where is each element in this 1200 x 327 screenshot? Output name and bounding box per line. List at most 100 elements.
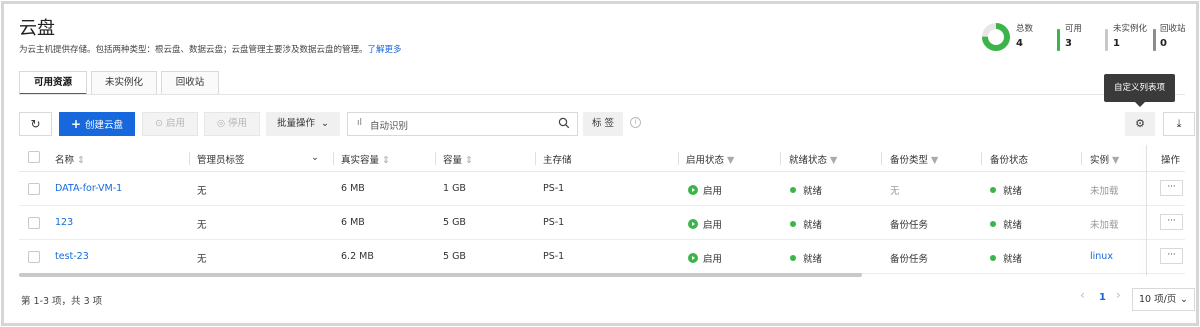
prev-page-icon[interactable]: ‹ bbox=[1080, 288, 1085, 302]
disable-button[interactable]: ◎ 停用 bbox=[204, 112, 260, 136]
play-icon bbox=[688, 253, 698, 263]
stat-total-value: 4 bbox=[1016, 38, 1023, 49]
create-disk-button[interactable]: + 创建云盘 bbox=[59, 112, 135, 136]
download-button[interactable]: ⤓ bbox=[1163, 112, 1195, 136]
table-row[interactable]: test-23 无 6.2 MB 5 GB PS-1 启用 就绪 备份任务 就绪… bbox=[19, 240, 1185, 274]
header-backup-state: 备份状态 bbox=[990, 155, 1029, 166]
learn-more-link[interactable]: 了解更多 bbox=[368, 45, 402, 55]
more-actions-button[interactable]: ··· bbox=[1160, 214, 1183, 230]
more-actions-button[interactable]: ··· bbox=[1160, 180, 1183, 196]
tab-available[interactable]: 可用资源 bbox=[19, 71, 87, 95]
column-separator bbox=[189, 152, 190, 165]
header-backup-type[interactable]: 备份类型 ▼ bbox=[890, 152, 938, 166]
tags-button[interactable]: 标 签 bbox=[583, 112, 623, 136]
ready-state-cell: 就绪 bbox=[790, 183, 822, 197]
ready-state-cell: 就绪 bbox=[790, 251, 822, 265]
admin-tag-cell: 无 bbox=[197, 186, 207, 197]
status-dot bbox=[790, 187, 796, 193]
row-checkbox[interactable] bbox=[28, 183, 40, 195]
storage-cell: PS-1 bbox=[543, 251, 565, 262]
real-size-cell: 6.2 MB bbox=[341, 251, 374, 262]
stat-not-instantiated: 未实例化 1 bbox=[1113, 22, 1147, 56]
page-title: 云盘 bbox=[19, 18, 55, 39]
row-checkbox[interactable] bbox=[28, 217, 40, 229]
search-icon[interactable] bbox=[558, 117, 570, 129]
page-size-select[interactable]: 10 项/页 ⌄ bbox=[1132, 288, 1195, 311]
column-separator bbox=[981, 152, 982, 165]
enable-button[interactable]: ⊙ 启用 bbox=[142, 112, 198, 136]
sort-icon: ⇕ bbox=[382, 155, 391, 166]
pagination-summary: 第 1-3 项，共 3 项 bbox=[21, 296, 103, 307]
tab-recycle[interactable]: 回收站 bbox=[161, 71, 219, 95]
backup-state-cell: 就绪 bbox=[990, 217, 1022, 231]
disable-label: 停用 bbox=[228, 118, 248, 129]
sort-icon: ⇕ bbox=[465, 155, 474, 166]
backup-type-cell: 备份任务 bbox=[890, 220, 929, 231]
stat-total-label: 总数 bbox=[1016, 24, 1034, 34]
filter-icon: ▼ bbox=[830, 155, 838, 166]
table-row[interactable]: 123 无 6 MB 5 GB PS-1 启用 就绪 备份任务 就绪 未加载 ·… bbox=[19, 206, 1185, 240]
status-dot bbox=[790, 255, 796, 261]
column-separator bbox=[535, 152, 536, 165]
info-icon[interactable]: i bbox=[630, 117, 641, 128]
horizontal-scrollbar[interactable] bbox=[19, 273, 862, 277]
row-checkbox[interactable] bbox=[28, 251, 40, 263]
disk-name-link[interactable]: test-23 bbox=[55, 251, 89, 262]
tab-not-instantiated[interactable]: 未实例化 bbox=[91, 71, 157, 95]
size-cell: 1 GB bbox=[443, 183, 466, 194]
stat-recycle: 回收站 0 bbox=[1160, 22, 1186, 56]
batch-operations-label: 批量操作 bbox=[276, 118, 315, 129]
header-instance[interactable]: 实例 ▼ bbox=[1090, 152, 1119, 166]
filter-icon: ▼ bbox=[1112, 155, 1120, 166]
column-separator bbox=[1081, 152, 1082, 165]
refresh-icon: ↻ bbox=[30, 117, 41, 131]
column-separator bbox=[780, 152, 781, 165]
stat-recycle-label: 回收站 bbox=[1160, 24, 1186, 34]
admin-tag-chevron-icon[interactable]: ⌄ bbox=[311, 152, 319, 163]
backup-type-cell: 备份任务 bbox=[890, 254, 929, 265]
stat-not-instantiated-value: 1 bbox=[1113, 38, 1120, 49]
batch-operations-dropdown[interactable]: 批量操作 ⌄ bbox=[266, 112, 340, 136]
size-cell: 5 GB bbox=[443, 251, 466, 262]
backup-state-cell: 就绪 bbox=[990, 251, 1022, 265]
enable-label: 启用 bbox=[165, 118, 185, 129]
table-row[interactable]: DATA-for-VM-1 无 6 MB 1 GB PS-1 启用 就绪 无 就… bbox=[19, 172, 1185, 206]
disk-name-link[interactable]: DATA-for-VM-1 bbox=[55, 183, 122, 194]
backup-type-cell: 无 bbox=[890, 186, 900, 197]
disk-name-link[interactable]: 123 bbox=[55, 217, 73, 228]
play-icon bbox=[688, 185, 698, 195]
enable-state-cell: 启用 bbox=[688, 217, 722, 231]
instance-cell: 未加载 bbox=[1090, 186, 1119, 197]
header-enable-state[interactable]: 启用状态 ▼ bbox=[686, 152, 734, 166]
column-separator bbox=[435, 152, 436, 165]
search-input[interactable]: ıl 自动识别 bbox=[347, 112, 578, 136]
real-size-cell: 6 MB bbox=[341, 217, 365, 228]
admin-tag-cell: 无 bbox=[197, 220, 207, 231]
real-size-cell: 6 MB bbox=[341, 183, 365, 194]
download-icon: ⤓ bbox=[1176, 117, 1182, 130]
header-size[interactable]: 容量 ⇕ bbox=[443, 152, 473, 166]
stat-available: 可用 3 bbox=[1065, 22, 1082, 56]
column-separator bbox=[881, 152, 882, 165]
instance-link[interactable]: linux bbox=[1090, 251, 1113, 262]
more-actions-button[interactable]: ··· bbox=[1160, 248, 1183, 264]
select-all-checkbox[interactable] bbox=[28, 151, 40, 163]
availability-donut bbox=[981, 22, 1011, 52]
description-text: 为云主机提供存储。包括两种类型：根云盘、数据云盘；云盘管理主要涉及数据云盘的管理… bbox=[19, 45, 368, 55]
customize-columns-tooltip: 自定义列表项 bbox=[1104, 74, 1175, 107]
page-description: 为云主机提供存储。包括两种类型：根云盘、数据云盘；云盘管理主要涉及数据云盘的管理… bbox=[19, 43, 402, 55]
app-frame: 云盘 为云主机提供存储。包括两种类型：根云盘、数据云盘；云盘管理主要涉及数据云盘… bbox=[1, 1, 1199, 326]
status-dot bbox=[990, 187, 996, 193]
refresh-button[interactable]: ↻ bbox=[19, 112, 52, 136]
header-admin-tag[interactable]: 管理员标签 bbox=[197, 152, 245, 166]
header-real-size[interactable]: 真实容量 ⇕ bbox=[341, 152, 390, 166]
page-number-current[interactable]: 1 bbox=[1099, 292, 1106, 303]
chevron-down-icon: ⌄ bbox=[321, 118, 329, 129]
size-cell: 5 GB bbox=[443, 217, 466, 228]
play-circle-icon: ⊙ bbox=[155, 118, 163, 129]
header-name[interactable]: 名称 ⇕ bbox=[55, 152, 85, 166]
status-dot bbox=[990, 221, 996, 227]
next-page-icon[interactable]: › bbox=[1116, 288, 1121, 302]
header-ready-state[interactable]: 就绪状态 ▼ bbox=[789, 152, 837, 166]
customize-columns-button[interactable]: ⚙ bbox=[1125, 112, 1155, 136]
